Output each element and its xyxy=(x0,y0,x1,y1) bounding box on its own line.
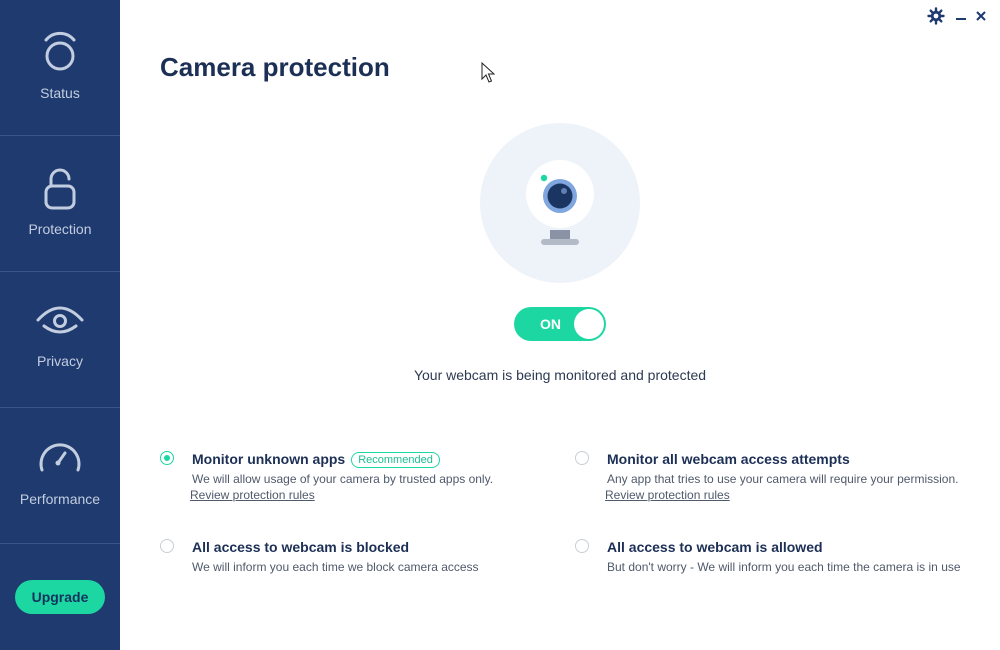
divider xyxy=(0,543,120,544)
option-title-text: Monitor unknown apps xyxy=(192,451,346,467)
close-icon[interactable] xyxy=(971,6,991,26)
divider xyxy=(0,271,120,272)
webcam-illustration xyxy=(480,123,640,283)
gear-icon[interactable] xyxy=(926,6,946,26)
option-title: Monitor all webcam access attempts xyxy=(607,451,850,467)
webcam-icon xyxy=(520,158,600,255)
option-title: All access to webcam is blocked xyxy=(192,539,410,555)
gauge-icon xyxy=(37,440,83,479)
sidebar-item-label: Privacy xyxy=(37,353,83,369)
option-description: Any app that tries to use your camera wi… xyxy=(607,472,959,486)
mouse-cursor-icon xyxy=(481,61,496,89)
upgrade-button[interactable]: Upgrade xyxy=(15,580,105,614)
radio-monitor-all-attempts[interactable] xyxy=(575,451,589,465)
radio-access-blocked[interactable] xyxy=(160,539,174,553)
sidebar-item-label: Performance xyxy=(19,491,101,507)
sidebar-item-status[interactable]: Status xyxy=(0,30,120,101)
sidebar: Status Protection Privacy Performance Up… xyxy=(0,0,120,650)
review-protection-rules-link[interactable]: Review protection rules xyxy=(190,488,315,502)
toggle-knob xyxy=(574,309,604,339)
minimize-icon[interactable] xyxy=(951,6,971,26)
divider xyxy=(0,407,120,408)
divider xyxy=(0,135,120,136)
review-protection-rules-link[interactable]: Review protection rules xyxy=(605,488,730,502)
option-description: We will inform you each time we block ca… xyxy=(192,560,479,574)
sidebar-item-label: Status xyxy=(40,85,80,101)
sidebar-item-performance[interactable]: Performance xyxy=(0,440,120,507)
radio-monitor-unknown-apps[interactable] xyxy=(160,451,174,465)
option-description: We will allow usage of your camera by tr… xyxy=(192,472,494,486)
option-title: Monitor unknown apps Recommended xyxy=(192,451,440,468)
radio-access-allowed[interactable] xyxy=(575,539,589,553)
toggle-label: ON xyxy=(540,316,561,332)
sidebar-item-privacy[interactable]: Privacy xyxy=(0,302,120,369)
sidebar-item-protection[interactable]: Protection xyxy=(0,168,120,237)
sidebar-item-label: Protection xyxy=(28,221,92,237)
camera-protection-toggle[interactable]: ON xyxy=(514,307,606,341)
status-text: Your webcam is being monitored and prote… xyxy=(413,367,707,383)
recommended-badge: Recommended xyxy=(351,452,440,468)
option-description: But don't worry - We will inform you eac… xyxy=(607,560,961,574)
lock-icon xyxy=(42,168,78,217)
status-icon xyxy=(40,30,80,79)
option-title: All access to webcam is allowed xyxy=(607,539,823,555)
page-title: Camera protection xyxy=(160,52,390,82)
eye-icon xyxy=(35,302,85,343)
